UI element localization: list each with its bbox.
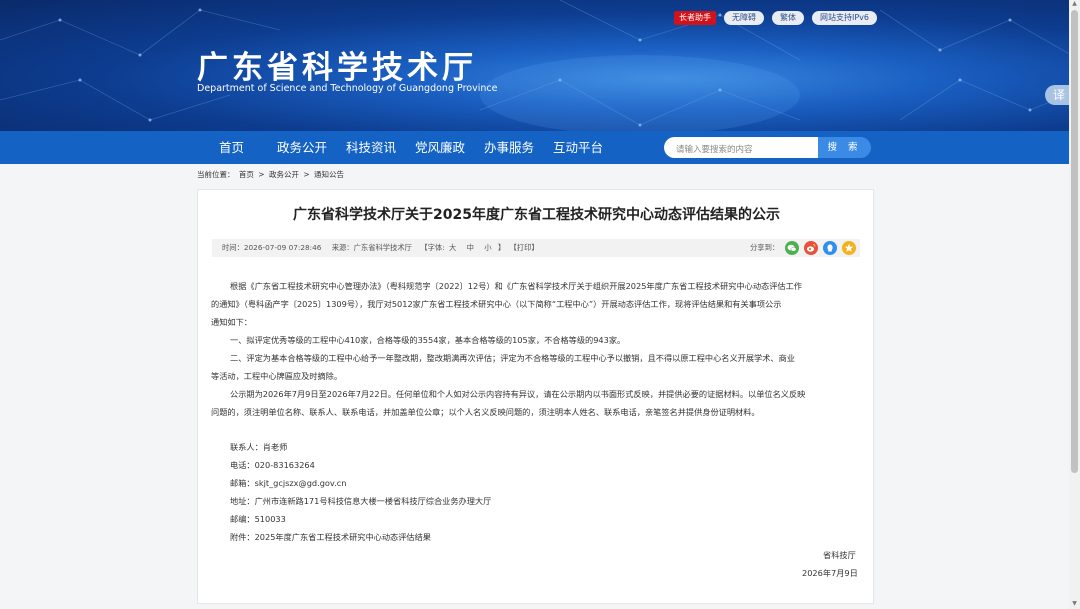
search-input[interactable]	[664, 139, 818, 161]
nav-item-integrity[interactable]: 党风廉政	[415, 131, 465, 164]
article-card: 广东省科学技术厅关于2025年度广东省工程技术研究中心动态评估结果的公示 时间：…	[197, 189, 874, 604]
breadcrumb-prefix: 当前位置：	[197, 170, 235, 179]
main-nav: 首页 政务公开 科技资讯 党风廉政 办事服务 互动平台	[0, 131, 1080, 164]
page-scrollbar[interactable]: ▲ ▼	[1069, 0, 1080, 609]
search-box	[664, 137, 818, 161]
article-title: 广东省科学技术厅关于2025年度广东省工程技术研究中心动态评估结果的公示	[293, 207, 780, 223]
signature-date: 2026年7月9日	[802, 568, 858, 578]
contact-email[interactable]: 邮箱：skjt_gcjszx@gd.gov.cn	[230, 474, 346, 492]
favorite-icon[interactable]	[842, 241, 856, 255]
publish-time: 时间：2026-07-09 07:28:46	[222, 243, 322, 252]
scroll-up-icon[interactable]: ▲	[1071, 1, 1078, 7]
paragraph-line: 通知如下：	[211, 317, 252, 327]
font-size-label: 【字体:	[420, 243, 445, 252]
breadcrumb: 当前位置： 首页 > 政务公开 > 通知公告	[197, 169, 346, 180]
nav-item-interaction[interactable]: 互动平台	[553, 131, 603, 164]
contact-address: 地址：广州市连新路171号科技信息大楼一楼省科技厅综合业务办理大厅	[230, 496, 492, 506]
breadcrumb-separator: >	[303, 170, 310, 179]
breadcrumb-gov-affairs[interactable]: 政务公开	[269, 170, 299, 179]
font-medium-button[interactable]: 中	[467, 243, 474, 252]
paragraph-line: 公示期为2026年7月9日至2026年7月22日。任何单位和个人如对公示内容持有…	[230, 389, 806, 399]
paragraph-line: 问题的，须注明单位名称、联系人、联系电话，并加盖单位公章；以个人名义反映问题的，…	[211, 407, 760, 417]
accessibility-button[interactable]: 无障碍	[724, 11, 764, 25]
site-title[interactable]: 广东省科学技术厅	[197, 42, 477, 87]
font-large-button[interactable]: 大	[449, 243, 456, 252]
nav-item-gov-affairs[interactable]: 政务公开	[277, 131, 327, 164]
paragraph-line: 的通知》（粤科函产字〔2025〕1309号），我厅对5012家广东省工程技术研究…	[211, 299, 782, 309]
paragraph-line: 等活动，工程中心牌匾应及时摘除。	[211, 371, 343, 381]
article-source: 来源：广东省科学技术厅	[331, 243, 412, 252]
paragraph-line: 根据《广东省工程技术研究中心管理办法》（粤科规范字〔2022〕12号）和《广东省…	[230, 281, 802, 291]
scroll-thumb[interactable]	[1071, 10, 1078, 473]
network-decoration	[0, 0, 1080, 131]
font-small-button[interactable]: 小	[484, 243, 491, 252]
scroll-down-icon[interactable]: ▼	[1071, 601, 1078, 607]
wechat-icon[interactable]	[785, 241, 799, 255]
contact-person: 联系人：肖老师	[230, 442, 288, 452]
weibo-icon[interactable]	[804, 241, 818, 255]
breadcrumb-notices[interactable]: 通知公告	[314, 170, 344, 179]
nav-item-services[interactable]: 办事服务	[484, 131, 534, 164]
site-subtitle: Department of Science and Technology of …	[197, 83, 498, 94]
breadcrumb-home[interactable]: 首页	[239, 170, 254, 179]
contact-phone: 电话：020-83163264	[230, 460, 315, 470]
search-button[interactable]: 搜 索	[818, 137, 871, 158]
breadcrumb-separator: >	[258, 170, 265, 179]
print-button[interactable]: 【打印】	[510, 243, 539, 252]
share-label: 分享到：	[750, 243, 780, 252]
paragraph-line: 一、拟评定优秀等级的工程中心410家，合格等级的3554家，基本合格等级的105…	[230, 335, 626, 345]
attachment-link[interactable]: 附件：2025年度广东省工程技术研究中心动态评估结果	[230, 528, 431, 546]
ipv6-badge[interactable]: 网站支持IPv6	[812, 11, 878, 25]
article-meta: 时间：2026-07-09 07:28:46 来源：广东省科学技术厅 【字体: …	[212, 239, 860, 257]
elder-assistant-button[interactable]: 长者助手	[674, 11, 716, 25]
nav-item-home[interactable]: 首页	[219, 131, 244, 164]
nav-item-tech-news[interactable]: 科技资讯	[346, 131, 396, 164]
traditional-chinese-button[interactable]: 繁体	[772, 11, 804, 25]
signature-org: 省科技厅	[823, 550, 856, 560]
contact-postcode: 邮编：510033	[230, 514, 286, 524]
paragraph-line: 二、评定为基本合格等级的工程中心给予一年整改期，整改期满再次评估；评定为不合格等…	[230, 353, 795, 363]
qq-icon[interactable]	[823, 241, 837, 255]
font-size-close: 】	[497, 243, 506, 252]
site-banner: 广东省科学技术厅 Department of Science and Techn…	[0, 0, 1080, 131]
top-toolbar: 长者助手 无障碍 繁体 网站支持IPv6	[674, 11, 878, 25]
